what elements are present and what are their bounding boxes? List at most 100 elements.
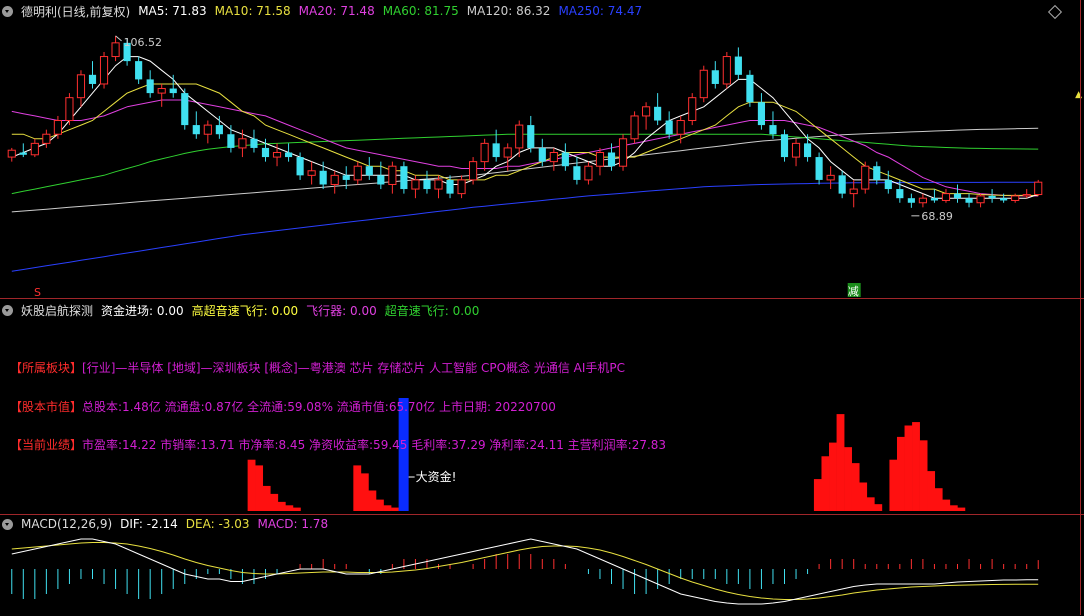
- macd-menu-icon[interactable]: [2, 518, 13, 530]
- candle-body-down: [884, 179, 892, 190]
- candle-body-down: [377, 175, 385, 185]
- candle-body-down: [907, 198, 915, 203]
- indicator-bar: [934, 488, 943, 511]
- candle-body-up: [111, 42, 120, 58]
- indicator-bar: [912, 422, 920, 511]
- candle-body-up: [642, 106, 651, 117]
- candle-body-up: [434, 179, 443, 190]
- capital-key: 【股本市值】: [10, 400, 83, 414]
- candle-body-up: [595, 152, 605, 167]
- candle-body-up: [918, 197, 927, 204]
- ma120-label: MA120: 86.32: [466, 4, 551, 18]
- macd-title: MACD(12,26,9): [21, 517, 113, 531]
- candle-body-down: [342, 175, 350, 180]
- big-fund-label: 大资金!: [416, 469, 457, 484]
- candle-body-up: [791, 142, 801, 158]
- candle-body-up: [76, 74, 86, 99]
- indicator-bar: [904, 425, 913, 511]
- candle-body-down: [365, 166, 373, 176]
- candle-body-down: [561, 152, 569, 167]
- indicator-bar: [927, 471, 936, 511]
- indicator-bar: [821, 456, 830, 511]
- indicator-bar: [368, 490, 377, 511]
- candle-body-down: [711, 70, 719, 84]
- candle-body-down: [538, 147, 546, 162]
- candle-body-up: [480, 142, 489, 163]
- high-price-label: 106.52: [124, 36, 163, 49]
- indicator-bar: [829, 442, 837, 511]
- indicator-bar: [262, 485, 271, 511]
- candle-body-up: [630, 115, 639, 140]
- indicator-bar: [859, 482, 868, 511]
- perf-text: 市盈率:14.22 市销率:13.71 市净率:8.45 净资收益率:59.45…: [82, 438, 667, 452]
- ma120-line: [11, 127, 1039, 213]
- indicator-bar: [844, 447, 852, 511]
- candle-body-down: [227, 134, 235, 148]
- indicator-bar: [277, 501, 286, 511]
- candle-body-up: [1022, 194, 1031, 197]
- indicator-item-aircraft: 飞行器: 0.00: [306, 303, 377, 318]
- indicator-bar: [836, 414, 845, 511]
- indicator-bar: [919, 440, 928, 511]
- candle-body-up: [941, 193, 951, 201]
- candle-body-down: [654, 106, 662, 121]
- candle-body-up: [353, 165, 362, 181]
- candle-body-down: [746, 74, 754, 103]
- macd-dif: DIF: -2.14: [120, 517, 178, 531]
- candle-body-down: [400, 166, 408, 190]
- candle-body-up: [411, 179, 420, 190]
- candle-body-up: [549, 152, 558, 163]
- indicator-title: 妖股启航探测: [21, 303, 94, 318]
- candle-body-down: [734, 56, 742, 75]
- indicator-item-supersonic: 超音速飞行: 0.00: [384, 303, 480, 318]
- ma20-label: MA20: 71.48: [298, 4, 375, 18]
- candle-body-up: [157, 88, 166, 94]
- candle-body-down: [527, 125, 535, 148]
- candle-body-down: [181, 93, 189, 126]
- candle-body-down: [930, 198, 939, 201]
- candle-body-down: [423, 179, 431, 190]
- candle-body-up: [1011, 195, 1020, 201]
- candle-body-up: [688, 97, 697, 122]
- panel-menu-icon[interactable]: [2, 5, 13, 17]
- indicator-bar: [375, 499, 384, 511]
- sector-info: 【所属板块】[行业]—半导体 [地域]—深圳板块 [概念]—粤港澳 芯片 存储芯…: [10, 359, 625, 376]
- candle-body-up: [272, 152, 282, 158]
- sector-key: 【所属板块】: [10, 361, 83, 375]
- indicator-bar: [285, 505, 294, 511]
- candle-body-down: [965, 198, 973, 203]
- candle-body-up: [722, 56, 731, 85]
- candle-body-up: [584, 165, 593, 181]
- indicator-bar: [255, 465, 264, 511]
- candle-body-up: [42, 133, 51, 144]
- indicator-item-fund: 资金进场: 0.00: [101, 303, 184, 318]
- indicator-bar: [391, 507, 399, 511]
- stock-title: 德明利(日线,前复权): [21, 4, 131, 19]
- candle-body-down: [607, 152, 616, 167]
- low-price-label: 68.89: [921, 210, 953, 223]
- candle-body-down: [446, 179, 454, 194]
- candle-body-down: [803, 143, 812, 158]
- candle-body-up: [676, 120, 685, 135]
- ma60-label: MA60: 81.75: [382, 4, 459, 18]
- ma5-line: [11, 56, 1039, 199]
- candle-body-down: [873, 166, 881, 180]
- candle-body-down: [573, 166, 581, 180]
- candle-body-down: [780, 134, 789, 158]
- candle-body-down: [815, 157, 823, 180]
- candle-body-up: [388, 165, 397, 185]
- candle-body-up: [618, 138, 628, 167]
- price-panel: 德明利(日线,前复权) MA5: 71.83 MA10: 71.58 MA20:…: [0, 0, 1084, 298]
- indicator-panel: 妖股启航探测 资金进场: 0.00 高超音速飞行: 0.00 飞行器: 0.00…: [0, 298, 1084, 514]
- price-header: 德明利(日线,前复权) MA5: 71.83 MA10: 71.58 MA20:…: [0, 2, 642, 20]
- indicator-menu-icon[interactable]: [2, 304, 13, 316]
- indicator-header: 妖股启航探测 资金进场: 0.00 高超音速飞行: 0.00 飞行器: 0.00…: [0, 301, 479, 319]
- indicator-bar: [270, 493, 279, 511]
- macd-panel: MACD(12,26,9) DIF: -2.14 DEA: -3.03 MACD…: [0, 514, 1084, 615]
- indicator-bar: [353, 465, 362, 511]
- candle-body-up: [469, 161, 478, 181]
- performance-info: 【当前业绩】市盈率:14.22 市销率:13.71 市净率:8.45 净资收益率…: [10, 436, 666, 453]
- candle-body-down: [769, 125, 777, 135]
- ma250-line: [11, 181, 1039, 272]
- candle-body-up: [53, 120, 62, 135]
